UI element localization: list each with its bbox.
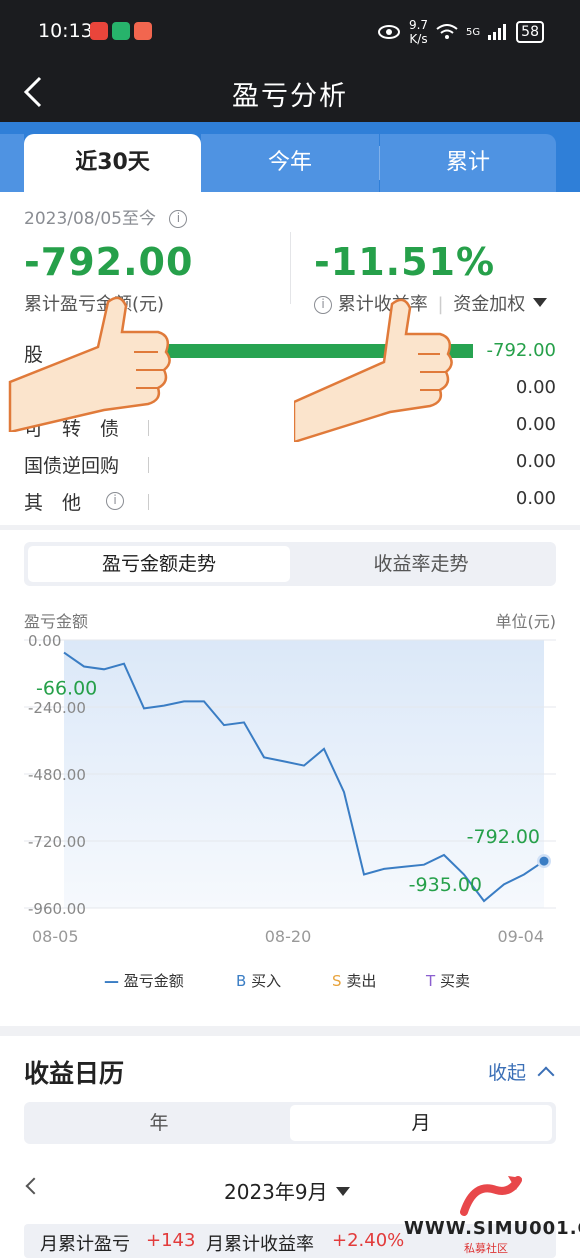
watermark-text: WWW.SIMU001.CN (404, 1218, 580, 1239)
pnl-line-chart[interactable]: 0.00 -240.00 -480.00 -720.00 -960.00 08-05 08-… (0, 630, 580, 960)
battery-icon: 58 (516, 21, 544, 43)
speed-value: 9.7 (408, 18, 429, 32)
collapse-button[interactable]: 收起 (487, 1058, 555, 1085)
legend-sell-icon: S (332, 972, 342, 990)
info-icon[interactable]: i (106, 492, 124, 510)
breakdown-value: 0.00 (515, 451, 556, 472)
page-title: 盈亏分析 (232, 81, 348, 112)
message-app-icon (134, 22, 152, 40)
watermark-subtext: 私募社区 (464, 1242, 508, 1255)
breakdown-row-other: 其 他 i 0.00 (0, 484, 580, 518)
site-watermark: WWW.SIMU001.CN 私募社区 (404, 1176, 580, 1258)
chart-y-label: 盈亏金额 (24, 612, 89, 631)
collapse-label: 收起 (487, 1062, 526, 1084)
legend-label: 卖出 (346, 972, 377, 990)
cumulative-pnl-value: -792.00 (24, 240, 194, 284)
legend-buy-icon: B (236, 972, 247, 990)
summary-divider (290, 232, 291, 304)
cumulative-rate-value: -11.51% (314, 240, 496, 284)
breakdown-bar (148, 457, 149, 473)
breakdown-value: -792.00 (486, 340, 556, 361)
period-tabs: 近30天 今年 累计 (0, 122, 580, 192)
dropdown-arrow-icon[interactable] (533, 298, 548, 307)
breakdown-label: 国债逆回购 (24, 455, 120, 477)
date-range: 2023/08/05至今 i (24, 204, 188, 229)
signal-icon (488, 24, 507, 40)
legend-label: 买卖 (439, 972, 470, 990)
breakdown-value: 0.00 (515, 488, 556, 509)
legend-label: 买入 (251, 972, 282, 990)
x-tick-label: 08-20 (265, 927, 312, 946)
info-icon[interactable]: i (169, 210, 188, 228)
breakdown-value: 0.00 (515, 414, 556, 435)
chevron-up-icon (537, 1066, 555, 1084)
month-rate-value: +2.40% (332, 1230, 405, 1251)
y-tick-label: 0.00 (28, 632, 61, 650)
boss-app-icon (112, 22, 130, 40)
watermark-logo-icon (460, 1176, 522, 1216)
legend-label: 盈亏金额 (123, 972, 184, 990)
tab-year[interactable]: 年 (28, 1105, 290, 1141)
last-point-marker (539, 856, 549, 866)
dropdown-arrow-icon (335, 1187, 350, 1196)
tab-30days[interactable]: 近30天 (24, 134, 201, 192)
calendar-title: 收益日历 (24, 1059, 125, 1088)
month-selector[interactable]: 2023年9月 (224, 1176, 350, 1205)
breakdown-row-repo: 国债逆回购 0.00 (0, 447, 580, 481)
annotation-label: -935.00 (409, 874, 482, 896)
tab-cumulative[interactable]: 累计 (380, 134, 556, 192)
app-notification-icon (90, 22, 108, 40)
legend-trade-icon: T (426, 972, 436, 990)
thumbs-up-sticker-right (294, 298, 453, 442)
legend-line-icon: — (104, 972, 119, 990)
chart-unit: 单位(元) (495, 612, 557, 631)
calendar-mode-switch: 年 月 (24, 1102, 556, 1144)
chart-legend: — 盈亏金额 B 买入 S 卖出 T 买卖 (0, 970, 580, 994)
rate-method-dropdown[interactable]: 资金加权 (453, 294, 525, 315)
tab-month[interactable]: 月 (290, 1105, 552, 1141)
tab-rate-trend[interactable]: 收益率走势 (290, 546, 552, 582)
chart-mode-switch: 盈亏金额走势 收益率走势 (24, 542, 556, 586)
chevron-left-icon[interactable] (25, 1177, 43, 1195)
y-tick-label: -240.00 (28, 699, 86, 717)
nav-bar: 盈亏分析 (0, 64, 580, 122)
legend-item: — 盈亏金额 (104, 970, 184, 991)
network-speed: 9.7 K/s (409, 18, 428, 46)
status-bar: 10:13 9.7 K/s 5G 58 (0, 0, 580, 64)
eye-icon (377, 25, 400, 39)
summary-card: 2023/08/05至今 i -792.00 累计盈亏金额(元) -11.51%… (0, 192, 580, 525)
status-indicators: 9.7 K/s 5G 58 (377, 18, 544, 46)
legend-item: T 买卖 (426, 970, 470, 991)
y-tick-label: -480.00 (28, 766, 86, 784)
month-pnl-label: 月累计盈亏 (40, 1234, 130, 1255)
signal-type: 5G (466, 26, 481, 38)
status-time: 10:13 (38, 20, 93, 42)
tab-spacer (0, 134, 24, 192)
x-tick-label: 08-05 (32, 927, 79, 946)
y-tick-label: -720.00 (28, 833, 86, 851)
annotation-label: -66.00 (36, 677, 97, 699)
annotation-label: -792.00 (467, 826, 540, 848)
wifi-icon (436, 24, 458, 39)
month-pnl-value: +143 (146, 1230, 196, 1251)
tab-pnl-trend[interactable]: 盈亏金额走势 (28, 546, 290, 582)
tab-this-year[interactable]: 今年 (201, 134, 379, 192)
legend-item: B 买入 (236, 970, 281, 991)
breakdown-value: 0.00 (515, 377, 556, 398)
x-tick-label: 09-04 (498, 927, 545, 946)
month-label: 2023年9月 (224, 1180, 328, 1204)
date-range-text: 2023/08/05至今 (24, 209, 156, 229)
speed-unit: K/s (409, 32, 428, 46)
trend-chart-card: 盈亏金额走势 收益率走势 盈亏金额 单位(元) 0.00 -240.00 -480.… (0, 530, 580, 1026)
status-app-icons (90, 22, 152, 40)
month-rate-label: 月累计收益率 (206, 1234, 314, 1255)
thumbs-up-sticker-left (8, 296, 171, 432)
breakdown-label: 其 他 (24, 492, 82, 514)
y-tick-label: -960.00 (28, 900, 86, 918)
legend-item: S 卖出 (332, 970, 376, 991)
breakdown-bar (148, 494, 149, 510)
